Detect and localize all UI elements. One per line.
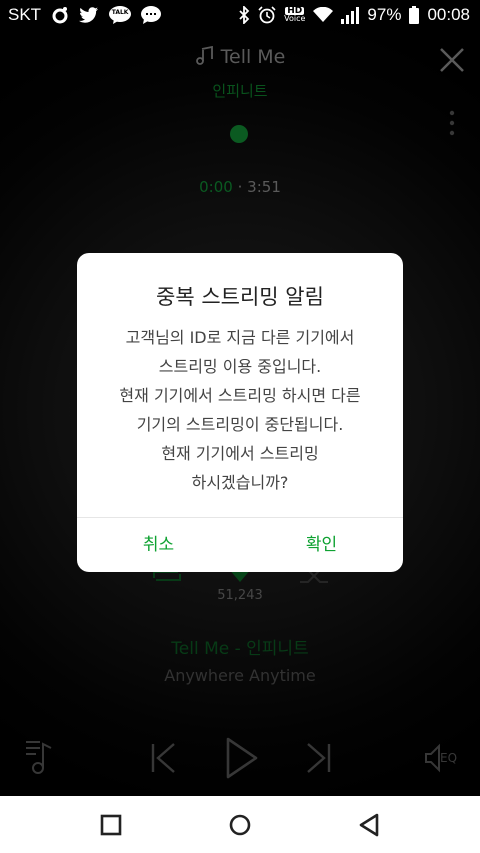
hd-voice-icon: HD Voice	[284, 6, 306, 23]
dialog-title: 중복 스트리밍 알림	[156, 285, 324, 309]
cancel-button[interactable]: 취소	[77, 518, 240, 572]
navigation-bar	[0, 796, 480, 853]
recent-apps-icon[interactable]	[96, 810, 126, 840]
carrier-label: SKT	[8, 5, 42, 24]
battery-icon	[409, 6, 420, 24]
status-bar: SKT TALK HD Voice 97% 00:08	[0, 0, 480, 30]
dialog-message: 고객님의 ID로 지금 다른 기기에서 스트리밍 이용 중입니다. 현재 기기에…	[77, 323, 403, 497]
message-line: 현재 기기에서 스트리밍 하시면 다른	[119, 386, 361, 405]
wifi-icon	[313, 7, 334, 23]
back-icon[interactable]	[355, 810, 385, 840]
confirm-button[interactable]: 확인	[240, 518, 403, 572]
bluetooth-icon	[238, 6, 250, 24]
battery-percent: 97%	[367, 5, 402, 24]
chat-bubble-icon	[141, 6, 162, 24]
kakaotalk-icon: TALK	[109, 6, 132, 24]
home-icon[interactable]	[225, 810, 255, 840]
talk-label: TALK	[111, 9, 129, 16]
message-line: 고객님의 ID로 지금 다른 기기에서	[125, 328, 355, 347]
app-o-icon	[51, 6, 69, 24]
twitter-icon	[79, 7, 99, 23]
signal-icon	[341, 6, 360, 24]
message-line: 기기의 스트리밍이 중단됩니다.	[136, 415, 344, 434]
message-line: 하시겠습니까?	[191, 473, 289, 492]
alarm-icon	[258, 6, 276, 24]
message-line: 현재 기기에서 스트리밍	[161, 444, 319, 463]
clock: 00:08	[427, 5, 470, 24]
duplicate-streaming-dialog: 중복 스트리밍 알림 고객님의 ID로 지금 다른 기기에서 스트리밍 이용 중…	[77, 253, 403, 572]
message-line: 스트리밍 이용 중입니다.	[158, 357, 322, 376]
